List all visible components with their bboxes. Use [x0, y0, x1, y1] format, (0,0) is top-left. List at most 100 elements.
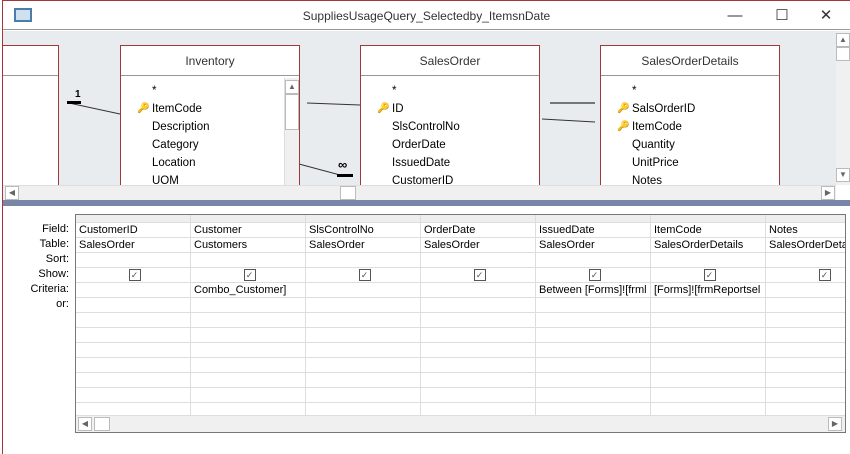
criteria-cell[interactable]: [766, 283, 845, 298]
table-cell[interactable]: SalesOrder: [76, 238, 190, 253]
show-checkbox[interactable]: ✓: [473, 269, 486, 281]
column-selector[interactable]: [421, 215, 535, 223]
or-cell[interactable]: [766, 373, 845, 388]
table-field[interactable]: *: [152, 82, 156, 100]
or-cell[interactable]: [76, 343, 190, 358]
sort-cell[interactable]: [651, 253, 765, 268]
or-cell[interactable]: [421, 343, 535, 358]
sort-cell[interactable]: [536, 253, 650, 268]
criteria-cell[interactable]: Combo_Customer]: [191, 283, 305, 298]
sort-cell[interactable]: [421, 253, 535, 268]
or-cell[interactable]: [76, 388, 190, 403]
or-cell[interactable]: [191, 388, 305, 403]
maximize-button[interactable]: ☐: [762, 5, 802, 27]
or-cell[interactable]: [766, 343, 845, 358]
or-cell[interactable]: [76, 328, 190, 343]
show-checkbox[interactable]: ✓: [358, 269, 371, 281]
table-field[interactable]: *: [392, 82, 396, 100]
table-field[interactable]: *: [632, 82, 636, 100]
criteria-cell[interactable]: [Forms]![frmReportsel: [651, 283, 765, 298]
scroll-thumb[interactable]: [340, 186, 356, 200]
grid-horizontal-scrollbar[interactable]: ◀ ▶: [76, 415, 845, 432]
diagram-horizontal-scrollbar[interactable]: ◀ ▶: [3, 185, 836, 200]
scroll-thumb[interactable]: [94, 417, 110, 431]
or-cell[interactable]: [766, 313, 845, 328]
or-cell[interactable]: [306, 313, 420, 328]
show-cell[interactable]: ✓: [76, 268, 190, 283]
field-cell[interactable]: OrderDate: [421, 223, 535, 238]
table-field[interactable]: Description: [152, 118, 210, 136]
column-selector[interactable]: [306, 215, 420, 223]
or-cell[interactable]: [306, 373, 420, 388]
table-field[interactable]: IssuedDate: [392, 154, 450, 172]
show-cell[interactable]: ✓: [191, 268, 305, 283]
show-checkbox[interactable]: ✓: [243, 269, 256, 281]
or-cell[interactable]: [306, 388, 420, 403]
table-field[interactable]: UnitPrice: [632, 154, 679, 172]
or-cell[interactable]: [421, 388, 535, 403]
show-checkbox[interactable]: ✓: [128, 269, 141, 281]
table-box-salesorderdetails[interactable]: SalesOrderDetails * 🔑 SalsOrderID 🔑 ItemCode Q…: [600, 45, 780, 185]
close-button[interactable]: ✕: [806, 5, 846, 27]
or-cell[interactable]: [306, 298, 420, 313]
or-cell[interactable]: [651, 388, 765, 403]
minimize-button[interactable]: —: [715, 5, 755, 27]
diagram-vertical-scrollbar[interactable]: ▲ ▼: [836, 31, 850, 185]
column-selector[interactable]: [651, 215, 765, 223]
show-checkbox[interactable]: ✓: [588, 269, 601, 281]
field-cell[interactable]: Customer: [191, 223, 305, 238]
table-field[interactable]: SlsControlNo: [392, 118, 460, 136]
table-cell[interactable]: SalesOrder: [306, 238, 420, 253]
table-cell[interactable]: Customers: [191, 238, 305, 253]
criteria-cell[interactable]: [421, 283, 535, 298]
or-cell[interactable]: [536, 298, 650, 313]
field-cell[interactable]: SlsControlNo: [306, 223, 420, 238]
table-cell[interactable]: SalesOrderDetails: [766, 238, 845, 253]
field-cell[interactable]: ItemCode: [651, 223, 765, 238]
or-cell[interactable]: [191, 328, 305, 343]
field-cell[interactable]: Notes: [766, 223, 845, 238]
scroll-up-icon[interactable]: ▲: [836, 33, 850, 47]
show-checkbox[interactable]: ✓: [703, 269, 716, 281]
table-field[interactable]: CustomerID: [392, 172, 453, 185]
or-cell[interactable]: [651, 313, 765, 328]
table-scrollbar[interactable]: ▲: [284, 78, 299, 185]
table-field[interactable]: Notes: [632, 172, 662, 185]
or-cell[interactable]: [651, 358, 765, 373]
field-cell[interactable]: IssuedDate: [536, 223, 650, 238]
table-cell[interactable]: SalesOrder: [536, 238, 650, 253]
or-cell[interactable]: [76, 373, 190, 388]
show-cell[interactable]: ✓: [536, 268, 650, 283]
table-field[interactable]: ItemCode: [632, 118, 682, 136]
column-selector[interactable]: [76, 215, 190, 223]
table-box-salesorder[interactable]: SalesOrder * 🔑 ID SlsControlNo OrderDate Issue…: [360, 45, 540, 185]
column-selector[interactable]: [191, 215, 305, 223]
or-cell[interactable]: [76, 358, 190, 373]
or-cell[interactable]: [421, 373, 535, 388]
field-cell[interactable]: CustomerID: [76, 223, 190, 238]
or-cell[interactable]: [766, 388, 845, 403]
or-cell[interactable]: [766, 328, 845, 343]
or-cell[interactable]: [536, 358, 650, 373]
column-selector[interactable]: [766, 215, 845, 223]
sort-cell[interactable]: [766, 253, 845, 268]
criteria-cell[interactable]: Between [Forms]![frml: [536, 283, 650, 298]
show-cell[interactable]: ✓: [651, 268, 765, 283]
or-cell[interactable]: [421, 298, 535, 313]
sort-cell[interactable]: [191, 253, 305, 268]
or-cell[interactable]: [76, 313, 190, 328]
or-cell[interactable]: [191, 358, 305, 373]
show-cell[interactable]: ✓: [766, 268, 845, 283]
scroll-thumb[interactable]: [836, 47, 850, 61]
or-cell[interactable]: [306, 358, 420, 373]
or-cell[interactable]: [651, 298, 765, 313]
or-cell[interactable]: [766, 358, 845, 373]
table-box-inventory[interactable]: Inventory * 🔑 ItemCode Description Category Lo…: [120, 45, 300, 185]
table-field[interactable]: Location: [152, 154, 195, 172]
or-cell[interactable]: [536, 328, 650, 343]
table-field[interactable]: ID: [392, 100, 404, 118]
or-cell[interactable]: [536, 388, 650, 403]
or-cell[interactable]: [191, 298, 305, 313]
or-cell[interactable]: [306, 328, 420, 343]
scroll-up-icon[interactable]: ▲: [285, 80, 299, 94]
